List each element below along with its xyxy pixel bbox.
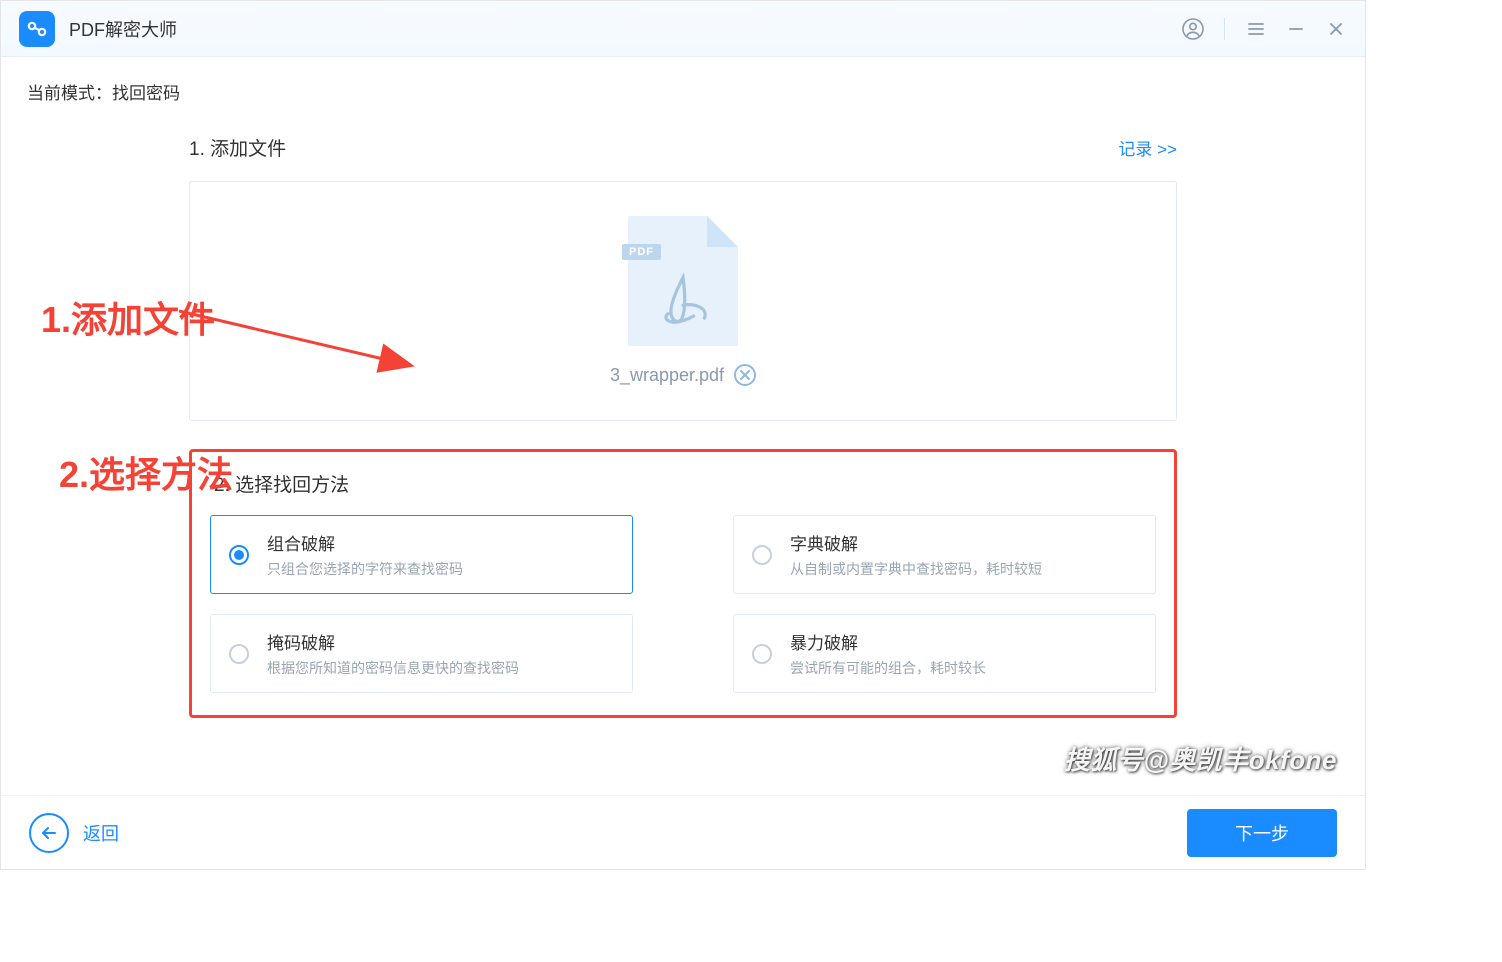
remove-file-icon[interactable] xyxy=(734,364,756,386)
option-title: 组合破解 xyxy=(267,530,463,555)
record-link[interactable]: 记录 >> xyxy=(1118,135,1177,160)
inner-container: 1. 添加文件 记录 >> PDF 3_wrapper.pdf xyxy=(189,134,1177,718)
menu-icon[interactable] xyxy=(1241,14,1271,44)
option-desc: 从自制或内置字典中查找密码，耗时较短 xyxy=(790,559,1042,579)
option-desc: 尝试所有可能的组合，耗时较长 xyxy=(790,658,986,678)
file-dropzone[interactable]: PDF 3_wrapper.pdf xyxy=(189,181,1177,421)
option-mask[interactable]: 掩码破解 根据您所知道的密码信息更快的查找密码 xyxy=(210,614,633,693)
option-title: 掩码破解 xyxy=(267,629,519,654)
back-label: 返回 xyxy=(83,820,119,846)
radio-icon xyxy=(229,644,249,664)
radio-icon xyxy=(229,545,249,565)
app-logo-icon xyxy=(19,11,55,47)
pdf-file-icon: PDF xyxy=(628,216,738,346)
titlebar-right xyxy=(1178,14,1351,44)
step1-title: 1. 添加文件 xyxy=(189,134,286,161)
footer: 返回 下一步 xyxy=(1,795,1365,869)
next-button[interactable]: 下一步 xyxy=(1187,809,1337,857)
app-title: PDF解密大师 xyxy=(69,16,177,42)
app-window: PDF解密大师 xyxy=(0,0,1366,870)
back-arrow-icon xyxy=(29,813,69,853)
option-title: 字典破解 xyxy=(790,530,1042,555)
radio-icon xyxy=(752,644,772,664)
option-combination[interactable]: 组合破解 只组合您选择的字符来查找密码 xyxy=(210,515,633,594)
back-button[interactable]: 返回 xyxy=(29,813,119,853)
content: 当前模式：找回密码 1. 添加文件 记录 >> PDF xyxy=(1,57,1365,795)
option-bruteforce[interactable]: 暴力破解 尝试所有可能的组合，耗时较长 xyxy=(733,614,1156,693)
radio-icon xyxy=(752,545,772,565)
close-icon[interactable] xyxy=(1321,14,1351,44)
user-icon[interactable] xyxy=(1178,14,1208,44)
option-desc: 只组合您选择的字符来查找密码 xyxy=(267,559,463,579)
separator xyxy=(1224,18,1225,40)
option-dictionary[interactable]: 字典破解 从自制或内置字典中查找密码，耗时较短 xyxy=(733,515,1156,594)
options-grid: 组合破解 只组合您选择的字符来查找密码 字典破解 从自制或内置字典中查找密码，耗… xyxy=(210,515,1156,693)
step2-box: 2. 选择找回方法 组合破解 只组合您选择的字符来查找密码 字典破解 xyxy=(189,449,1177,718)
option-title: 暴力破解 xyxy=(790,629,986,654)
option-desc: 根据您所知道的密码信息更快的查找密码 xyxy=(267,658,519,678)
titlebar: PDF解密大师 xyxy=(1,1,1365,57)
file-row: 3_wrapper.pdf xyxy=(610,364,756,386)
titlebar-left: PDF解密大师 xyxy=(19,11,177,47)
minimize-icon[interactable] xyxy=(1281,14,1311,44)
step1-header: 1. 添加文件 记录 >> xyxy=(189,134,1177,161)
pdf-badge: PDF xyxy=(622,244,661,260)
filename: 3_wrapper.pdf xyxy=(610,365,724,386)
mode-label: 当前模式：找回密码 xyxy=(27,79,1347,104)
step2-title: 2. 选择找回方法 xyxy=(214,470,1156,497)
